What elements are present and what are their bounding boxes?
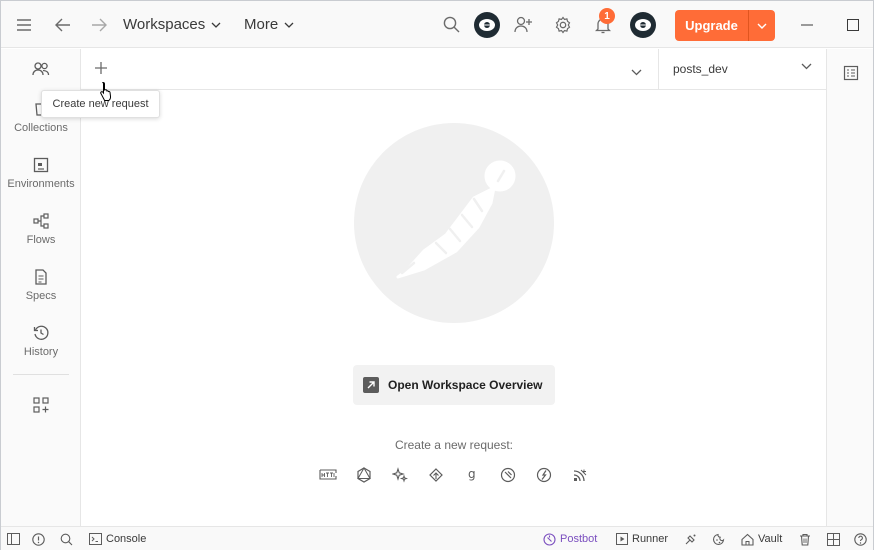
sidebar-item-configure[interactable] [1,397,81,449]
more-label: More [244,16,279,33]
external-link-icon [363,377,379,393]
cookies-icon[interactable] [712,527,725,550]
workspaces-menu[interactable]: Workspaces [123,1,221,48]
vault-label: Vault [758,533,783,545]
ai-request-sparkle-icon[interactable] [391,466,409,484]
capture-requests-icon[interactable] [684,527,697,550]
specs-document-icon [35,269,47,285]
sidebar-item-environments[interactable]: Environments [1,157,81,209]
settings-gear-icon[interactable] [552,1,574,48]
help-icon[interactable] [854,527,867,550]
chevron-down-icon [284,22,294,28]
history-clock-icon [33,325,49,340]
overview-button-label: Open Workspace Overview [388,378,543,392]
chevron-down-icon [801,63,812,70]
back-arrow-icon[interactable] [51,1,75,48]
sidebar-item-label: Collections [14,122,68,134]
vault-home-icon [741,533,754,546]
console-button[interactable]: Console [89,527,146,550]
console-icon [89,533,102,545]
sidebar-item-label: History [23,346,59,358]
sidebar-item-label: Environments [7,178,75,190]
sidebar-item-label: Flows [26,234,56,246]
grid-plus-icon [33,397,49,413]
user-avatar[interactable] [630,12,656,38]
graphql-request-icon[interactable] [355,466,373,484]
forward-arrow-icon[interactable] [87,1,111,48]
sidebar-divider [13,374,69,375]
socketio-request-icon[interactable] [535,466,553,484]
documentation-icon[interactable] [843,65,859,86]
upgrade-button[interactable]: Upgrade [675,10,775,41]
sidebar-item-specs[interactable]: Specs [1,269,81,321]
more-menu[interactable]: More [244,1,294,48]
sidebar-item-history[interactable]: History [1,325,81,377]
chevron-down-icon [211,22,221,28]
http-request-icon[interactable] [319,466,337,484]
environment-name: posts_dev [673,62,728,76]
team-avatar[interactable] [474,12,500,38]
notification-badge: 1 [599,8,615,24]
status-bar: Console Postbot Runner Vault [1,526,873,550]
postbot-button[interactable]: Postbot [543,527,597,550]
flows-icon [32,213,49,229]
new-tab-plus-icon[interactable] [94,61,108,80]
right-sidebar [826,49,873,526]
trash-icon[interactable] [799,527,811,550]
environments-icon [33,157,49,173]
people-icon [32,62,50,76]
chevron-down-icon[interactable] [749,23,775,29]
hand-cursor-icon [98,81,114,106]
upgrade-label: Upgrade [685,18,738,33]
postbot-icon [543,532,556,546]
hamburger-menu-icon[interactable] [11,1,37,48]
tab-bar: posts_dev [81,49,826,90]
websocket-request-icon[interactable] [499,466,517,484]
runner-button[interactable]: Runner [616,527,668,550]
left-sidebar: Collections Environments Flows Specs His… [1,49,81,526]
find-search-icon[interactable] [60,527,73,550]
grpc-request-icon[interactable] [427,466,445,484]
invite-user-icon[interactable] [512,1,534,48]
environment-selector[interactable]: posts_dev [658,49,826,89]
graphql-g-request-icon[interactable]: g [463,466,481,484]
runner-label: Runner [632,533,669,545]
runner-play-icon [616,533,628,545]
console-label: Console [106,533,147,545]
vault-button[interactable]: Vault [741,527,782,550]
workspaces-label: Workspaces [123,16,206,33]
toggle-sidebar-icon[interactable] [7,527,20,550]
minimize-window-icon[interactable] [797,1,817,48]
layout-grid-icon[interactable] [827,527,840,550]
maximize-window-icon[interactable] [843,1,863,48]
sidebar-item-flows[interactable]: Flows [1,213,81,265]
svg-text:g: g [468,467,476,481]
postman-logo-illustration [354,123,554,323]
open-workspace-overview-button[interactable]: Open Workspace Overview [353,365,555,405]
tabs-chevron-down-icon[interactable] [631,63,642,81]
mqtt-request-icon[interactable] [571,466,589,484]
new-request-label: Create a new request: [394,438,514,452]
sidebar-item-label: Specs [25,290,57,302]
search-icon[interactable] [441,1,461,48]
online-status-icon[interactable] [32,527,45,550]
postbot-label: Postbot [560,533,598,545]
header: Workspaces More 1 Upgrade [1,1,873,48]
app-window: Workspaces More 1 Upgrade Collections En… [0,0,874,550]
